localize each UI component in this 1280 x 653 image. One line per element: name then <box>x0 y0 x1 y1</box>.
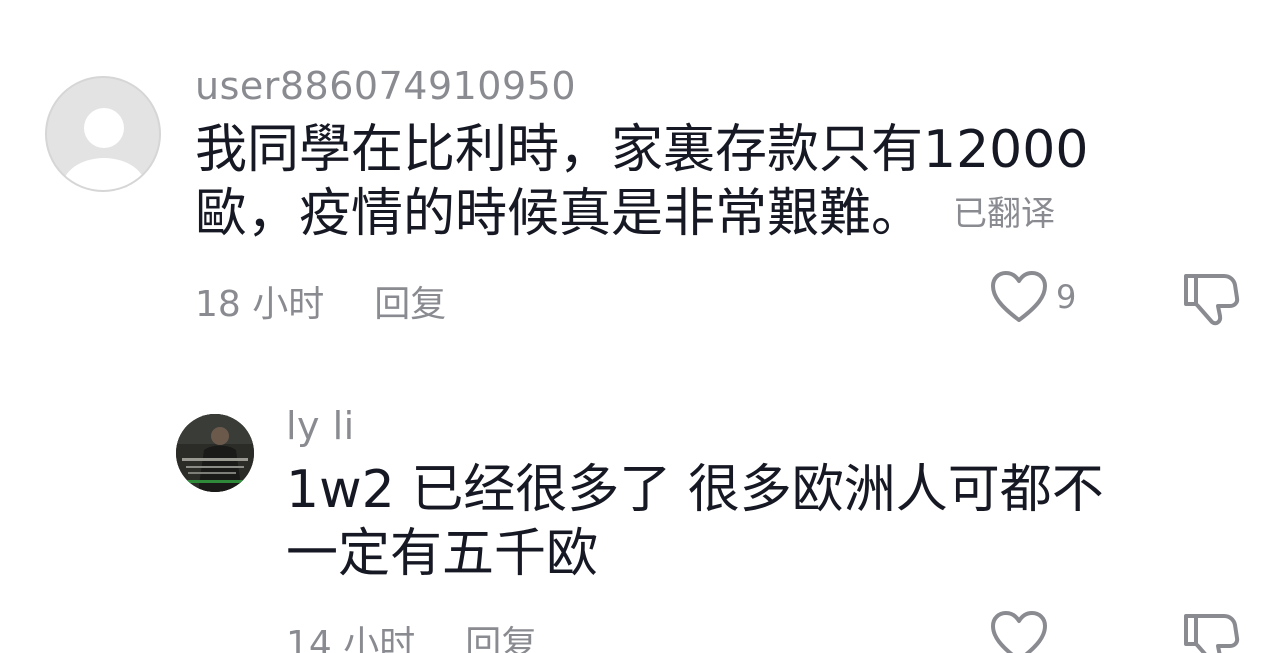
comment-text-line: 一定有五千欧 <box>286 524 599 584</box>
like-count: 9 <box>1056 278 1077 316</box>
comment-text-line: 歐，疫情的時候真是非常艱難。 已翻译 <box>195 184 1056 244</box>
comment-meta: 14 小时 回复 <box>286 615 537 653</box>
comments-page: user886074910950 我同學在比利時，家裏存款只有12000 歐，疫… <box>0 0 1280 653</box>
avatar-head-shape <box>84 108 124 148</box>
comment-username[interactable]: ly li <box>286 404 355 448</box>
heart-outline-icon <box>991 611 1047 653</box>
default-avatar-icon[interactable] <box>45 76 161 192</box>
comment-text: 1w2 已经很多了 很多欧洲人可都不 一定有五千欧 <box>286 458 1104 586</box>
like-button[interactable] <box>990 610 1048 653</box>
avatar-body-shape <box>62 158 146 190</box>
reply-button[interactable]: 回复 <box>465 624 537 653</box>
avatar-photo-image <box>176 414 254 492</box>
thumbs-down-outline-icon <box>1184 274 1240 326</box>
dislike-button[interactable] <box>1180 610 1240 653</box>
dislike-button[interactable] <box>1180 270 1240 328</box>
comment-meta: 18 小时 回复 <box>195 275 446 327</box>
reply-comment-item: ly li 1w2 已经很多了 很多欧洲人可都不 一定有五千欧 14 小时 回复 <box>0 340 1280 653</box>
thumbs-down-outline-icon <box>1184 614 1240 653</box>
comment-text-line: 我同學在比利時，家裏存款只有12000 <box>195 120 1089 180</box>
comment-text-line: 1w2 已经很多了 很多欧洲人可都不 <box>286 460 1104 520</box>
comment-username[interactable]: user886074910950 <box>195 64 576 108</box>
reply-button[interactable]: 回复 <box>374 284 446 325</box>
comment-timestamp: 18 小时 <box>195 284 325 325</box>
user-avatar[interactable] <box>176 414 254 492</box>
comment-item: user886074910950 我同學在比利時，家裏存款只有12000 歐，疫… <box>0 0 1280 340</box>
comment-timestamp: 14 小时 <box>286 624 416 653</box>
like-button[interactable]: 9 <box>990 270 1076 324</box>
heart-outline-icon <box>991 271 1047 322</box>
translated-label[interactable]: 已翻译 <box>953 194 1055 234</box>
comment-text: 我同學在比利時，家裏存款只有12000 歐，疫情的時候真是非常艱難。 已翻译 <box>195 118 1088 246</box>
